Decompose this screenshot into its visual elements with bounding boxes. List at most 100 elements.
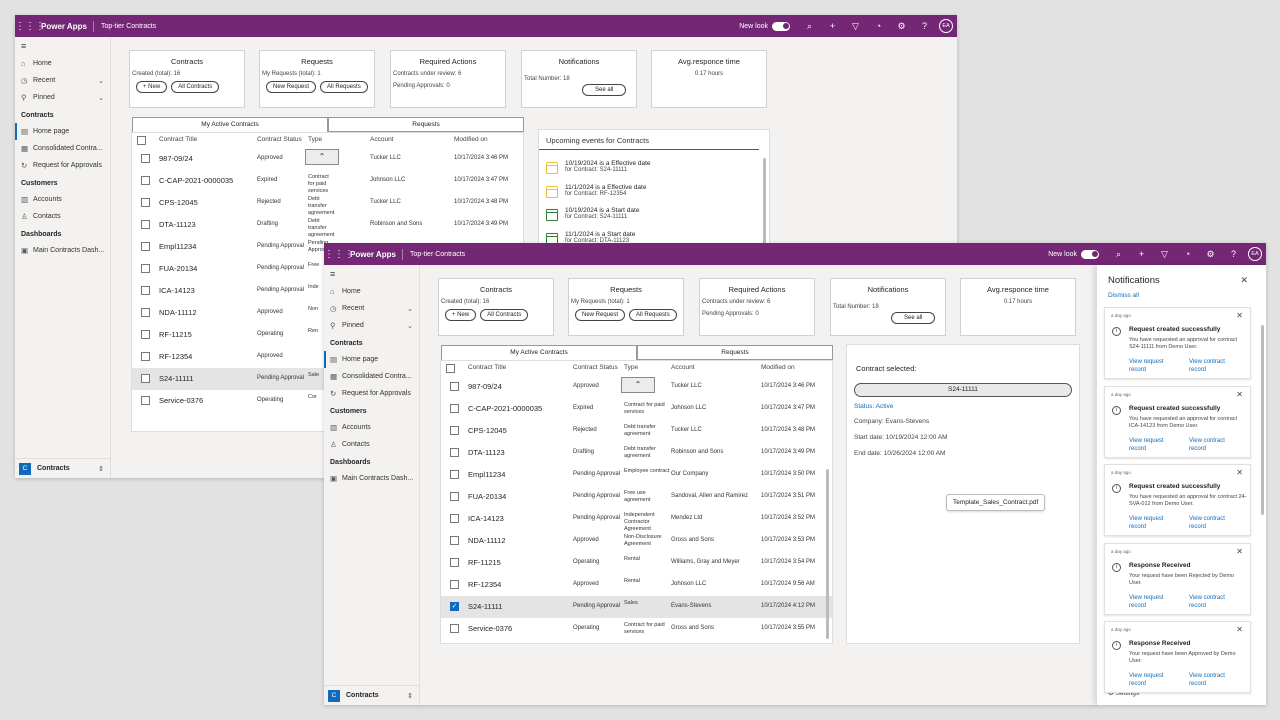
event-item[interactable]: 10/19/2024 is a Start date for Contract: …	[546, 207, 639, 227]
nav-request-approvals[interactable]: ↻ Request for Approvals	[324, 385, 419, 402]
event-item[interactable]: 11/1/2024 is a Effective date for Contrac…	[546, 184, 646, 204]
nav-pinned[interactable]: ⚲ Pinned ⌄	[15, 89, 110, 106]
row-checkbox[interactable]	[450, 382, 459, 391]
close-icon[interactable]: ✕	[1240, 275, 1248, 286]
waffle-icon[interactable]: ⋮⋮⋮	[15, 21, 45, 32]
pdf-attachment[interactable]: Template_Sales_Contract.pdf	[946, 494, 1046, 511]
waffle-icon[interactable]: ⋮⋮⋮	[324, 249, 354, 260]
help-icon[interactable]: ?	[913, 21, 936, 31]
selected-contract-pill[interactable]: S24-11111	[854, 383, 1072, 397]
view-request-link[interactable]: View request record	[1129, 594, 1175, 610]
nav-home[interactable]: ⌂ Home	[324, 283, 419, 300]
sort-popup-chevron-up-icon[interactable]: ⌃	[305, 149, 339, 165]
row-checkbox[interactable]	[450, 404, 459, 413]
row-checkbox[interactable]	[450, 514, 459, 523]
row-checkbox[interactable]: ✓	[450, 602, 459, 611]
table-row[interactable]: DTA-11123 Drafting Debt transfer agreement…	[441, 442, 832, 464]
tab-requests[interactable]: Requests	[328, 117, 524, 132]
row-checkbox[interactable]	[141, 308, 150, 317]
row-checkbox[interactable]	[450, 426, 459, 435]
nav-main-dashboard[interactable]: ▣ Main Contracts Dash...	[15, 242, 110, 259]
nav-recent[interactable]: ◷ Recent ⌄	[324, 300, 419, 317]
row-checkbox[interactable]	[141, 352, 150, 361]
row-checkbox[interactable]	[450, 470, 459, 479]
view-contract-link[interactable]: View contract record	[1189, 358, 1235, 374]
nav-recent[interactable]: ◷ Recent ⌄	[15, 72, 110, 89]
view-contract-link[interactable]: View contract record	[1189, 672, 1235, 688]
tab-requests[interactable]: Requests	[637, 345, 833, 360]
app-name[interactable]: Power Apps	[346, 248, 403, 260]
close-icon[interactable]: ✕	[1236, 390, 1243, 399]
nav-home-page[interactable]: ▤ Home page	[324, 351, 419, 368]
row-checkbox[interactable]	[450, 492, 459, 501]
filter-icon[interactable]: ▽	[1153, 249, 1176, 260]
breadcrumb[interactable]: Top-tier Contracts	[94, 23, 156, 30]
row-checkbox[interactable]	[450, 580, 459, 589]
filter-icon[interactable]: ▽	[844, 21, 867, 32]
view-request-link[interactable]: View request record	[1129, 437, 1175, 453]
nav-contacts[interactable]: ♙ Contacts	[15, 208, 110, 225]
nav-accounts[interactable]: ▥ Accounts	[15, 191, 110, 208]
nav-accounts[interactable]: ▥ Accounts	[324, 419, 419, 436]
new-look-toggle[interactable]	[772, 21, 790, 31]
gear-icon[interactable]: ⚙	[890, 21, 913, 32]
area-switcher[interactable]: C Contracts ⇕	[15, 458, 110, 478]
nav-pinned[interactable]: ⚲ Pinned ⌄	[324, 317, 419, 334]
hamburger-icon[interactable]: ≡	[15, 37, 110, 55]
table-row[interactable]: DTA-11123 Drafting Debt transfer agreement…	[132, 214, 523, 238]
dismiss-all-link[interactable]: Dismiss all	[1108, 292, 1139, 299]
tab-my-active-contracts[interactable]: My Active Contracts	[132, 117, 328, 132]
new-request-button[interactable]: New Request	[575, 309, 626, 321]
view-request-link[interactable]: View request record	[1129, 672, 1175, 688]
all-requests-button[interactable]: All Requests	[629, 309, 677, 321]
table-row[interactable]: C-CAP-2021-0000035 Expired Contract for pa…	[132, 170, 523, 194]
table-row[interactable]: RF-12354 Approved Rental Johnson LLC 10/17/2…	[441, 574, 832, 596]
nav-consolidated[interactable]: ▦ Consolidated Contra...	[15, 140, 110, 157]
see-all-button[interactable]: See all	[582, 84, 627, 96]
row-checkbox[interactable]	[141, 198, 150, 207]
view-contract-link[interactable]: View contract record	[1189, 594, 1235, 610]
table-row[interactable]: FUA-20134 Pending Approval Free use agreem…	[441, 486, 832, 508]
close-icon[interactable]: ✕	[1236, 311, 1243, 320]
table-row[interactable]: CPS-12045 Rejected Debt transfer agreement…	[441, 420, 832, 442]
row-checkbox[interactable]	[141, 330, 150, 339]
nav-contacts[interactable]: ♙ Contacts	[324, 436, 419, 453]
row-checkbox[interactable]	[141, 286, 150, 295]
all-requests-button[interactable]: All Requests	[320, 81, 368, 93]
area-switcher[interactable]: C Contracts ⇕	[324, 685, 419, 705]
view-request-link[interactable]: View request record	[1129, 515, 1175, 531]
nav-main-dashboard[interactable]: ▣ Main Contracts Dash...	[324, 470, 419, 487]
row-checkbox[interactable]	[450, 624, 459, 633]
nav-request-approvals[interactable]: ↻ Request for Approvals	[15, 157, 110, 174]
row-checkbox[interactable]	[141, 264, 150, 273]
new-look-toggle[interactable]	[1081, 249, 1099, 259]
row-checkbox[interactable]	[141, 374, 150, 383]
table-row[interactable]: Empl11234 Pending Approval Employee contra…	[441, 464, 832, 486]
select-all-checkbox[interactable]	[446, 364, 455, 373]
close-icon[interactable]: ✕	[1236, 468, 1243, 477]
bell-icon[interactable]: ◔	[1176, 249, 1199, 259]
all-contracts-button[interactable]: All Contracts	[480, 309, 529, 321]
search-icon[interactable]: ⌕	[798, 21, 821, 32]
notifications-scrollbar[interactable]	[1261, 325, 1264, 515]
search-icon[interactable]: ⌕	[1107, 249, 1130, 260]
table-row[interactable]: ✓ S24-11111 Pending Approval Sales Evans-Ste…	[441, 596, 832, 618]
hamburger-icon[interactable]: ≡	[324, 265, 419, 283]
row-checkbox[interactable]	[141, 176, 150, 185]
tab-my-active-contracts[interactable]: My Active Contracts	[441, 345, 637, 360]
nav-consolidated[interactable]: ▦ Consolidated Contra...	[324, 368, 419, 385]
event-item[interactable]: 10/19/2024 is a Effective date for Contra…	[546, 160, 651, 180]
all-contracts-button[interactable]: All Contracts	[171, 81, 220, 93]
view-request-link[interactable]: View request record	[1129, 358, 1175, 374]
grid-scrollbar[interactable]	[826, 469, 829, 639]
row-checkbox[interactable]	[141, 154, 150, 163]
avatar[interactable]: EA	[939, 19, 953, 33]
close-icon[interactable]: ✕	[1236, 625, 1243, 634]
new-contract-button[interactable]: + New	[445, 309, 477, 321]
help-icon[interactable]: ?	[1222, 249, 1245, 259]
table-row[interactable]: CPS-12045 Rejected Debt transfer agreement…	[132, 192, 523, 216]
add-icon[interactable]: +	[1130, 249, 1153, 259]
table-row[interactable]: RF-11215 Operating Rental Williams, Gray an…	[441, 552, 832, 574]
new-contract-button[interactable]: + New	[136, 81, 168, 93]
table-row[interactable]: ICA-14123 Pending Approval Independent Con…	[441, 508, 832, 532]
